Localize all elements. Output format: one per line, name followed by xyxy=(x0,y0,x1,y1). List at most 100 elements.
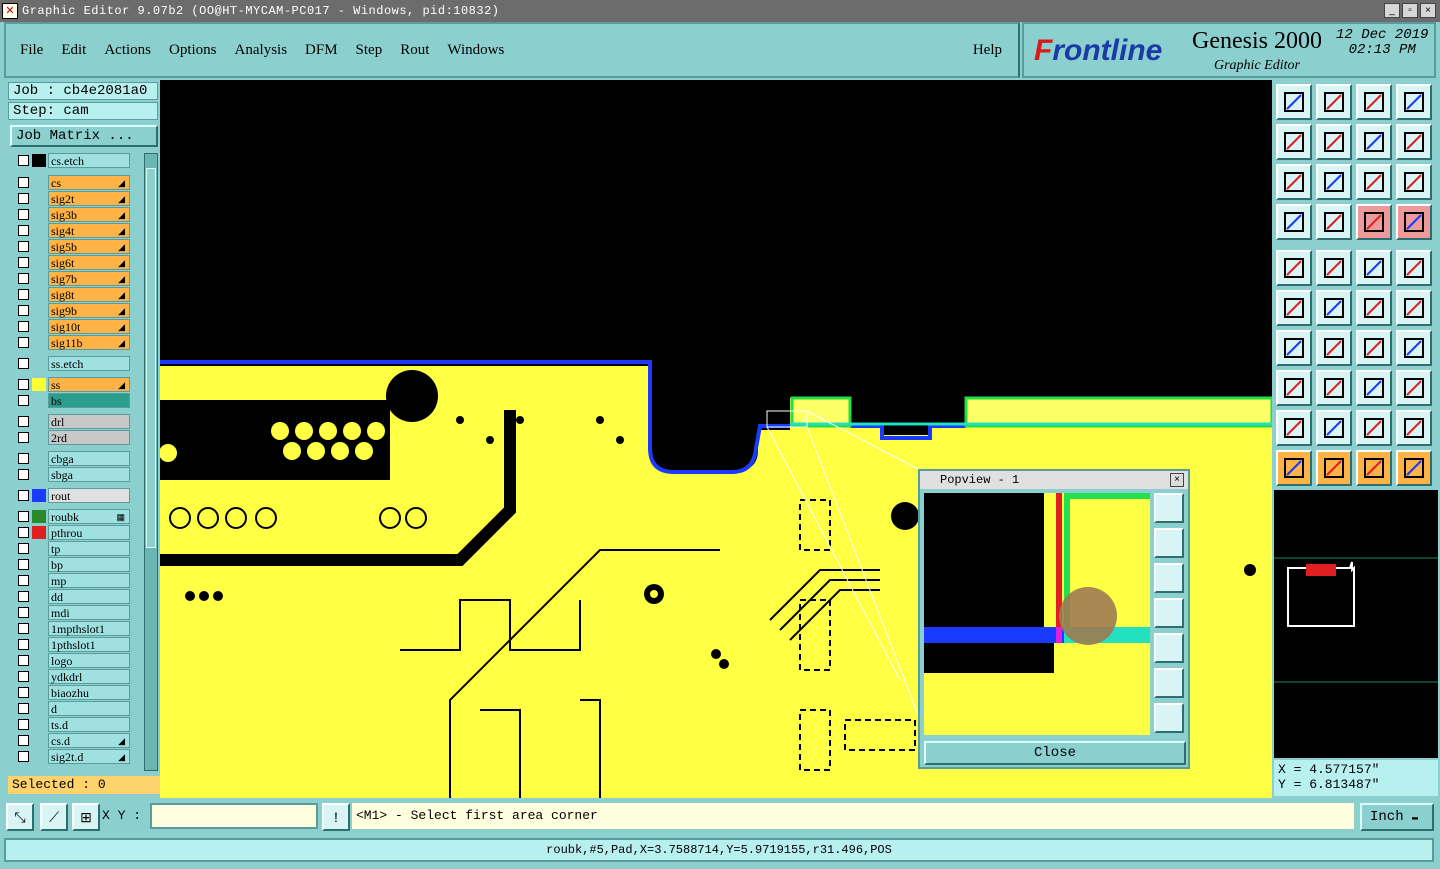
tools-icon[interactable] xyxy=(1276,204,1312,240)
layer-checkbox[interactable] xyxy=(18,575,29,586)
layer-row[interactable]: sbga xyxy=(12,467,132,482)
layer-row[interactable]: sig10t ◢ xyxy=(12,319,132,334)
layer-row[interactable]: 1mpthslot1 xyxy=(12,621,132,636)
layer-checkbox[interactable] xyxy=(18,155,29,166)
layer-name[interactable]: sig8t ◢ xyxy=(48,287,130,302)
layer-name[interactable]: tp xyxy=(48,541,130,556)
layer-row[interactable]: sig4t ◢ xyxy=(12,223,132,238)
layer-color-swatch[interactable] xyxy=(32,622,46,635)
layer-row[interactable]: cs ◢ xyxy=(12,175,132,190)
layer-checkbox[interactable] xyxy=(18,639,29,650)
layer-checkbox[interactable] xyxy=(18,209,29,220)
layer-row[interactable]: ts.d xyxy=(12,717,132,732)
connect-icon[interactable] xyxy=(1276,290,1312,326)
pan-right-icon[interactable] xyxy=(1316,124,1352,160)
layer-name[interactable]: dd xyxy=(48,589,130,604)
layer-row[interactable]: rout xyxy=(12,488,132,503)
layer-row[interactable]: biaozhu xyxy=(12,685,132,700)
popview-tool-6[interactable] xyxy=(1154,668,1184,698)
layer-row[interactable]: cs.d ◢ xyxy=(12,733,132,748)
layer-row[interactable]: bs xyxy=(12,393,132,408)
layer-name[interactable]: biaozhu xyxy=(48,685,130,700)
layer-name[interactable]: sig2t.d ◢ xyxy=(48,749,130,764)
help-icon[interactable] xyxy=(1396,164,1432,200)
layer-checkbox[interactable] xyxy=(18,257,29,268)
minimize-button[interactable]: _ xyxy=(1384,3,1400,18)
layer-color-swatch[interactable] xyxy=(32,336,46,349)
popview-close-x[interactable]: × xyxy=(1170,473,1184,487)
layer-name[interactable]: sig2t ◢ xyxy=(48,191,130,206)
layer-checkbox[interactable] xyxy=(18,379,29,390)
layer-name[interactable]: 1mpthslot1 xyxy=(48,621,130,636)
popview-tool-3[interactable] xyxy=(1154,563,1184,593)
snap-icon[interactable]: ⤡ xyxy=(6,803,34,831)
layer-color-swatch[interactable] xyxy=(32,606,46,619)
layer-checkbox[interactable] xyxy=(18,193,29,204)
draw-icon[interactable] xyxy=(1316,330,1352,366)
exclaim-button[interactable]: ! xyxy=(322,803,350,831)
layer-checkbox[interactable] xyxy=(18,358,29,369)
center-icon[interactable] xyxy=(1316,164,1352,200)
menu-step[interactable]: Step xyxy=(356,42,383,59)
layer-color-swatch[interactable] xyxy=(32,590,46,603)
pointer-round-icon[interactable] xyxy=(1356,450,1392,486)
layer-color-swatch[interactable] xyxy=(32,415,46,428)
layer-name[interactable]: mp xyxy=(48,573,130,588)
layer-checkbox[interactable] xyxy=(18,337,29,348)
layer-checkbox[interactable] xyxy=(18,469,29,480)
layer-name[interactable]: pthrou xyxy=(48,525,130,540)
layer-color-swatch[interactable] xyxy=(32,240,46,253)
layer-row[interactable]: sig7b ◢ xyxy=(12,271,132,286)
layer-color-swatch[interactable] xyxy=(32,176,46,189)
layer-row[interactable]: ss ◢ xyxy=(12,377,132,392)
layer-row[interactable]: tp xyxy=(12,541,132,556)
layer-color-swatch[interactable] xyxy=(32,558,46,571)
layer-name[interactable]: bp xyxy=(48,557,130,572)
layer-row[interactable]: mp xyxy=(12,573,132,588)
layer-checkbox[interactable] xyxy=(18,177,29,188)
pan-left-icon[interactable] xyxy=(1276,124,1312,160)
menu-file[interactable]: File xyxy=(20,42,43,59)
layer-checkbox[interactable] xyxy=(18,559,29,570)
layer-name[interactable]: sig10t ◢ xyxy=(48,319,130,334)
group-icon[interactable] xyxy=(1396,370,1432,406)
layer-color-swatch[interactable] xyxy=(32,526,46,539)
layer-color-swatch[interactable] xyxy=(32,510,46,523)
layer-row[interactable]: logo xyxy=(12,653,132,668)
layer-row[interactable]: sig6t ◢ xyxy=(12,255,132,270)
layer-color-swatch[interactable] xyxy=(32,208,46,221)
popview-tool-2[interactable] xyxy=(1154,528,1184,558)
layer-row[interactable]: pthrou xyxy=(12,525,132,540)
layer-color-swatch[interactable] xyxy=(32,489,46,502)
layer-row[interactable]: sig9b ◢ xyxy=(12,303,132,318)
layer-checkbox[interactable] xyxy=(18,305,29,316)
layer-row[interactable]: d xyxy=(12,701,132,716)
layer-name[interactable]: mdi xyxy=(48,605,130,620)
menu-dfm[interactable]: DFM xyxy=(305,42,338,59)
tri-d-icon[interactable] xyxy=(1396,410,1432,446)
layer-name[interactable]: 1pthslot1 xyxy=(48,637,130,652)
layer-row[interactable]: bp xyxy=(12,557,132,572)
layer-checkbox[interactable] xyxy=(18,527,29,538)
layer-color-swatch[interactable] xyxy=(32,574,46,587)
layer-checkbox[interactable] xyxy=(18,432,29,443)
minimap[interactable] xyxy=(1274,490,1438,758)
layer-red2-icon[interactable] xyxy=(1396,204,1432,240)
menu-help[interactable]: Help xyxy=(973,42,1002,59)
layer-red-icon[interactable] xyxy=(1356,204,1392,240)
close-window-button[interactable]: × xyxy=(1420,3,1436,18)
layer-color-swatch[interactable] xyxy=(32,431,46,444)
layer-checkbox[interactable] xyxy=(18,395,29,406)
layer-checkbox[interactable] xyxy=(18,655,29,666)
menu-actions[interactable]: Actions xyxy=(104,42,151,59)
layer-name[interactable]: cbga xyxy=(48,451,130,466)
job-matrix-button[interactable]: Job Matrix ... xyxy=(10,125,158,147)
tri-a-icon[interactable] xyxy=(1276,410,1312,446)
select-icon[interactable] xyxy=(1276,370,1312,406)
pointer-icon[interactable] xyxy=(1276,450,1312,486)
window-icon[interactable] xyxy=(1396,84,1432,120)
layer-name[interactable]: sbga xyxy=(48,467,130,482)
layer-row[interactable]: sig5b ◢ xyxy=(12,239,132,254)
layer-row[interactable]: sig11b ◢ xyxy=(12,335,132,350)
layer-checkbox[interactable] xyxy=(18,671,29,682)
